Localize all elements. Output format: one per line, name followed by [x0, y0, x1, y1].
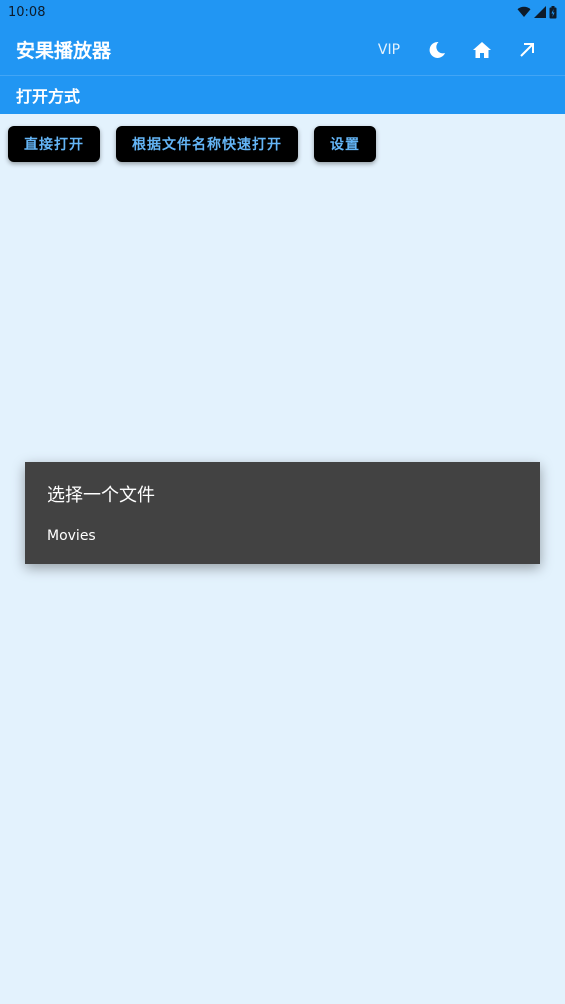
status-icons — [517, 5, 557, 19]
status-time: 10:08 — [8, 4, 46, 20]
action-button-row: 直接打开 根据文件名称快速打开 设置 — [8, 126, 376, 162]
direct-open-button[interactable]: 直接打开 — [8, 126, 100, 162]
wifi-icon — [517, 6, 531, 18]
quick-open-by-name-button[interactable]: 根据文件名称快速打开 — [116, 126, 298, 162]
app-bar: 安果播放器 VIP — [0, 24, 565, 75]
battery-icon — [549, 5, 557, 18]
home-icon — [472, 41, 491, 58]
arrow-up-right-icon — [519, 42, 534, 57]
dark-mode-button[interactable] — [414, 30, 459, 70]
dialog-list-item[interactable]: Movies — [47, 528, 518, 544]
status-bar: 10:08 — [0, 0, 565, 24]
app-title: 安果播放器 — [16, 40, 112, 62]
settings-button[interactable]: 设置 — [314, 126, 376, 162]
file-picker-dialog: 选择一个文件 Movies — [25, 462, 540, 564]
dialog-title: 选择一个文件 — [47, 485, 155, 506]
open-method-header: 打开方式 — [0, 75, 565, 114]
open-external-button[interactable] — [504, 30, 549, 70]
moon-icon — [429, 41, 445, 58]
open-method-title: 打开方式 — [16, 87, 81, 106]
cell-signal-icon — [534, 6, 546, 18]
home-button[interactable] — [459, 30, 504, 70]
app-bar-actions: VIP — [364, 30, 549, 70]
vip-button[interactable]: VIP — [364, 30, 414, 70]
